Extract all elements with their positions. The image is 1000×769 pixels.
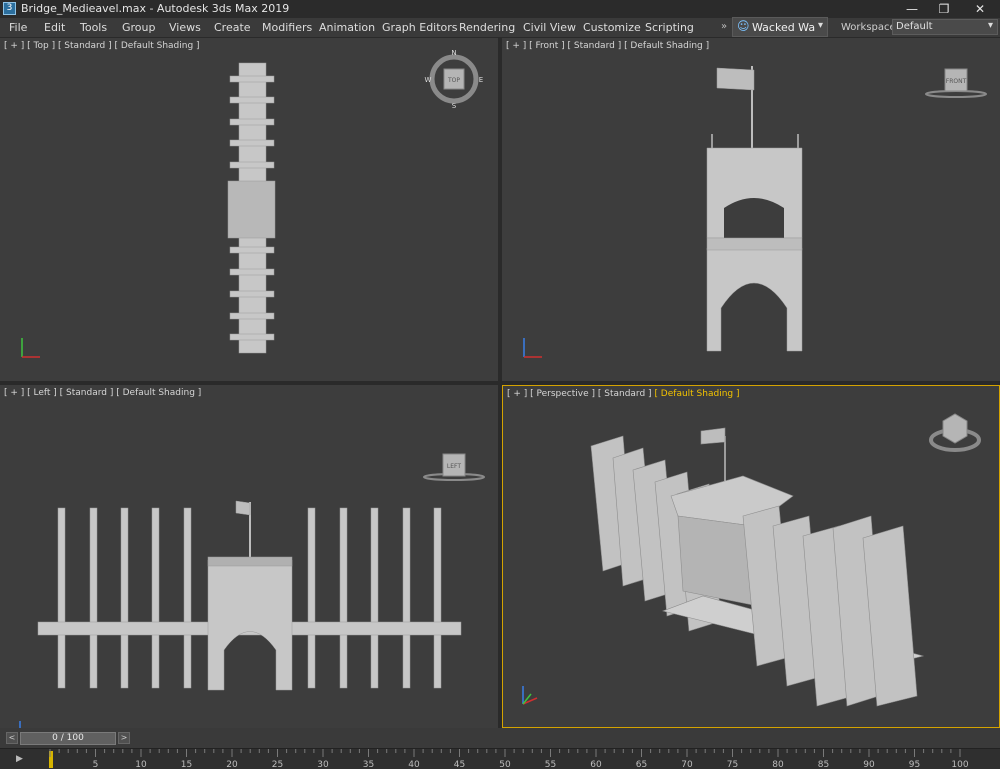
viewcube-left[interactable]: LEFT [423, 453, 485, 481]
track-frame-label: 65 [636, 760, 647, 769]
menu-file[interactable]: File [9, 21, 27, 34]
track-frame-label: 40 [408, 760, 420, 769]
track-ticks: 5 10 15 20 25 30 35 40 45 50 55 60 65 70 75 80 85 90 95 100 [49, 749, 969, 769]
track-frame-label: 100 [951, 760, 968, 769]
compass-west: W [425, 76, 432, 84]
track-frame-label: 80 [772, 760, 784, 769]
track-frame-label: 85 [818, 760, 829, 769]
compass-east: E [479, 76, 483, 84]
user-name: Wacked Wa [752, 21, 816, 34]
viewcube-perspective[interactable] [929, 413, 981, 452]
front-view-canvas: FRONT [523, 66, 987, 358]
viewcube-face-label: TOP [447, 77, 460, 84]
menu-views[interactable]: Views [169, 21, 201, 34]
bridge-model-perspective [590, 427, 925, 707]
perspective-view-canvas [522, 413, 981, 707]
user-icon: ☺ [737, 19, 750, 33]
menu-tools[interactable]: Tools [80, 21, 107, 34]
track-frame-label: 60 [590, 760, 602, 769]
time-slider-value: 0 / 100 [52, 733, 84, 743]
viewcube-front[interactable]: FRONT [925, 68, 987, 98]
compass-south: S [452, 102, 457, 110]
title-bar: 3 Bridge_Medieavel.max - Autodesk 3ds Ma… [0, 0, 1000, 18]
track-frame-label: 70 [681, 760, 693, 769]
menu-graph-editors[interactable]: Graph Editors [382, 21, 458, 34]
viewcube-face-label: LEFT [447, 463, 461, 470]
workspaces-value: Default [896, 21, 933, 32]
chevron-down-icon: ▾ [817, 20, 823, 31]
track-frame-label: 20 [226, 760, 238, 769]
bridge-model-front [706, 66, 803, 352]
track-bar[interactable]: ▶ 5 10 15 20 25 30 35 40 45 50 55 60 65 70 75 80 85 90 95 1… [0, 748, 1000, 769]
left-view-canvas: LEFT [19, 453, 485, 728]
user-account-dropdown[interactable]: ☺ Wacked Wa ▾ [732, 17, 828, 37]
minimize-button[interactable]: — [896, 0, 928, 18]
viewport-area: [ + ] [ Top ] [ Standard ] [ Default Sha… [0, 38, 1000, 728]
time-slider[interactable]: 0 / 100 [20, 732, 116, 745]
top-view-canvas: TOP N E S W [21, 49, 484, 358]
track-frame-label: 90 [863, 760, 875, 769]
menu-edit[interactable]: Edit [44, 21, 65, 34]
axis-tripod-front [523, 338, 542, 358]
menu-modifiers[interactable]: Modifiers [262, 21, 312, 34]
track-frame-label: 45 [454, 760, 465, 769]
viewport-top[interactable]: [ + ] [ Top ] [ Standard ] [ Default Sha… [0, 38, 498, 381]
menu-customize[interactable]: Customize [583, 21, 641, 34]
axis-tripod-top [21, 338, 40, 358]
track-frame-label: 50 [499, 760, 511, 769]
menu-civil-view[interactable]: Civil View [523, 21, 576, 34]
bridge-model-top [227, 62, 276, 354]
bridge-model-left [37, 500, 462, 691]
close-button[interactable]: ✕ [964, 0, 996, 18]
track-frame-label: 25 [272, 760, 283, 769]
track-frame-label: 55 [545, 760, 556, 769]
restore-button[interactable]: ❐ [928, 0, 960, 18]
track-frame-label: 75 [727, 760, 738, 769]
viewport-left[interactable]: [ + ] [ Left ] [ Standard ] [ Default Sh… [0, 385, 498, 728]
time-prev-button[interactable]: < [6, 732, 18, 744]
viewport-perspective[interactable]: [ + ] [ Perspective ] [ Standard ] [ Def… [502, 385, 1000, 728]
menu-create[interactable]: Create [214, 21, 251, 34]
track-frame-label: 5 [93, 760, 99, 769]
track-frame-label: 95 [909, 760, 920, 769]
chevron-down-icon: ▾ [987, 20, 993, 31]
window-title: Bridge_Medieavel.max - Autodesk 3ds Max … [21, 2, 290, 15]
menu-group[interactable]: Group [122, 21, 156, 34]
track-frame-label: 30 [317, 760, 329, 769]
menu-animation[interactable]: Animation [319, 21, 375, 34]
compass-north: N [451, 49, 456, 57]
app-icon[interactable]: 3 [3, 2, 16, 15]
viewcube-face-label: FRONT [946, 78, 967, 85]
menu-rendering[interactable]: Rendering [459, 21, 515, 34]
track-frame-label: 15 [181, 760, 192, 769]
viewcube-top[interactable]: TOP N E S W [425, 49, 484, 110]
menu-overflow-icon[interactable]: » [721, 21, 727, 32]
track-frame-label: 35 [363, 760, 374, 769]
workspaces-dropdown[interactable]: Default ▾ [892, 19, 998, 35]
track-frame-label: 10 [135, 760, 147, 769]
time-slider-bar: < 0 / 100 > [0, 728, 1000, 748]
viewport-front[interactable]: [ + ] [ Front ] [ Standard ] [ Default S… [502, 38, 1000, 381]
axis-tripod-perspective [522, 686, 538, 705]
time-next-button[interactable]: > [118, 732, 130, 744]
menu-scripting[interactable]: Scripting [645, 21, 694, 34]
